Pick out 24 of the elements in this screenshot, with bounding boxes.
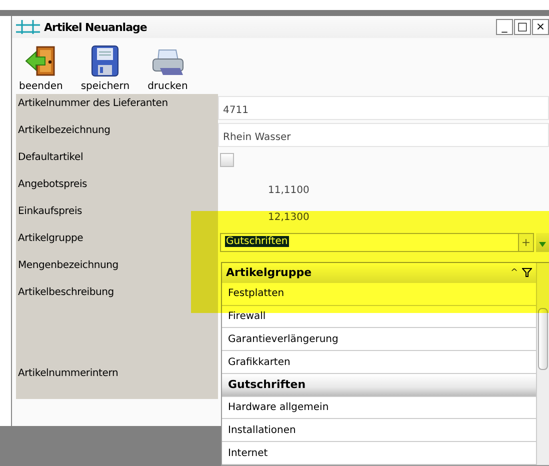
list-item[interactable]: Gutschriften (222, 374, 536, 397)
number-field[interactable]: 12,1300 (268, 212, 310, 223)
text-field[interactable]: Rhein Wasser (218, 123, 549, 147)
sort-indicator: ^ (510, 268, 518, 278)
print-button[interactable]: drucken (144, 48, 191, 94)
maximize-button[interactable]: □ (514, 19, 531, 35)
exit-button[interactable]: beenden (16, 44, 66, 94)
field-label: Artikelbezeichnung (16, 121, 218, 148)
close-button[interactable]: × (532, 19, 549, 35)
save-button[interactable]: speichern (78, 44, 133, 94)
printer-icon (150, 48, 186, 78)
window-title: Artikel Neuanlage (44, 20, 147, 34)
number-field[interactable]: 11,1100 (268, 185, 310, 196)
minimize-button[interactable]: _ (496, 19, 513, 35)
field-label: Angebotspreis (16, 175, 218, 202)
field-label: Defaultartikel (16, 148, 218, 175)
field-label: Artikelnummer des Lieferanten (16, 94, 218, 121)
exit-door-icon (24, 44, 58, 78)
field-label: Artikelbeschreibung (16, 283, 218, 364)
field-label: Einkaufspreis (16, 202, 218, 229)
text-field[interactable]: 4711 (218, 96, 549, 120)
checkbox[interactable] (220, 153, 234, 167)
field-label: Artikelnummerintern (16, 364, 218, 399)
app-logo-icon (16, 20, 40, 34)
